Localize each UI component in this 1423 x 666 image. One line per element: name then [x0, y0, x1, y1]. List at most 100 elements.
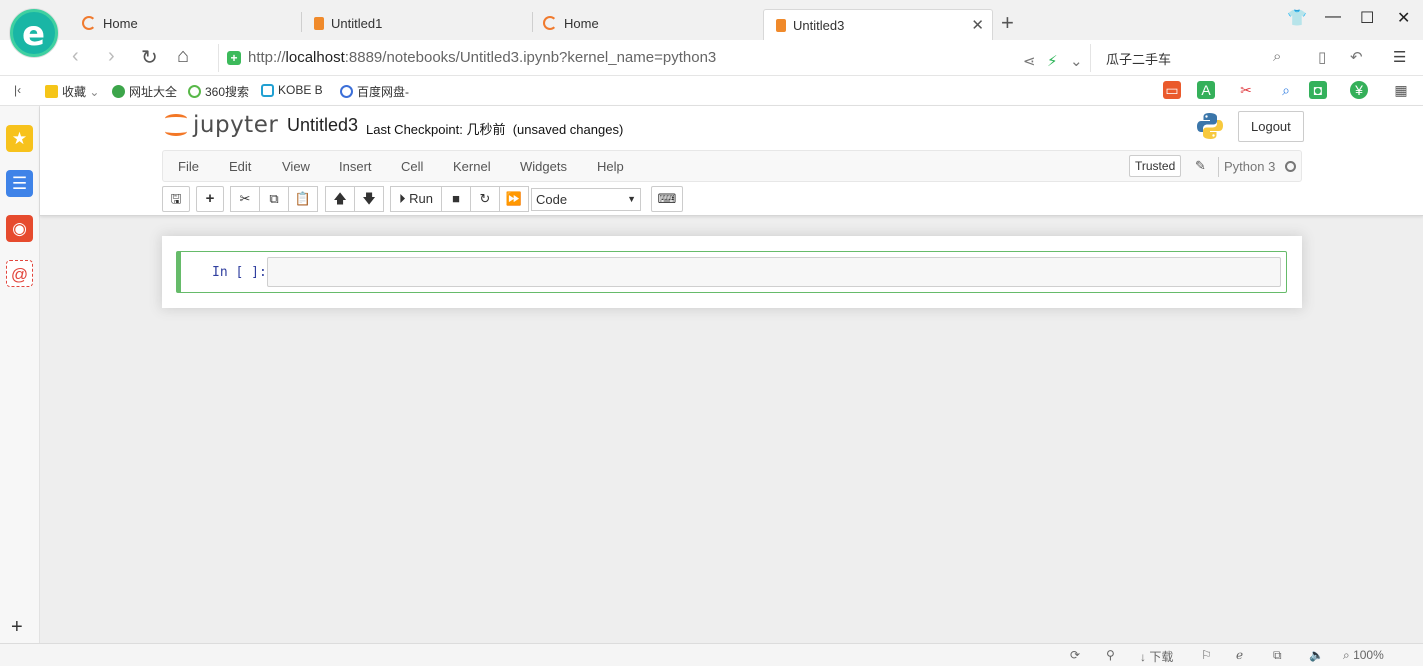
search-input[interactable]: 瓜子二手车	[1106, 49, 1171, 68]
translate-icon[interactable]: A	[1197, 81, 1215, 99]
step-forward-icon: ⏵	[399, 191, 406, 206]
paste-icon: 📋	[294, 191, 312, 206]
insert-cell-button[interactable]: +	[196, 186, 224, 212]
restart-run-all-button[interactable]: ⏩	[499, 186, 529, 212]
bookmark-baidu[interactable]: 百度网盘-	[340, 83, 409, 100]
shield-icon[interactable]: ¥	[1350, 81, 1368, 99]
new-tab-button[interactable]: +	[1001, 10, 1014, 36]
arrow-down-icon: 🡇	[362, 191, 376, 206]
search-360-icon	[188, 85, 201, 98]
magnifier-icon[interactable]: ⌕	[1277, 81, 1295, 99]
menu-kernel[interactable]: Kernel	[453, 159, 491, 174]
maximize-icon[interactable]: ☐	[1360, 8, 1374, 28]
menu-file[interactable]: File	[178, 159, 199, 174]
url-text[interactable]: http://localhost:8889/notebooks/Untitled…	[248, 49, 716, 66]
favorites-star-icon[interactable]: ★	[6, 125, 33, 152]
notebook-name[interactable]: Untitled3	[287, 115, 358, 136]
bookmark-favorites[interactable]: 收藏 ⌄	[45, 83, 99, 100]
menu-widgets[interactable]: Widgets	[520, 159, 567, 174]
tv-icon[interactable]: ▭	[1163, 81, 1181, 99]
url-field[interactable]: + http://localhost:8889/notebooks/Untitl…	[218, 44, 1091, 72]
floppy-icon: 🖫	[170, 191, 182, 206]
move-up-button[interactable]: 🡅	[325, 186, 355, 212]
ie-icon[interactable]: ℯ	[1236, 648, 1243, 662]
restart-kernel-button[interactable]: ↻	[470, 186, 500, 212]
run-button[interactable]: ⏵ Run	[390, 186, 442, 212]
apps-grid-icon[interactable]: ▦	[1392, 81, 1410, 99]
copy-icon: ⧉	[269, 191, 279, 206]
code-cell[interactable]: In [ ]:	[176, 251, 1287, 293]
scissors-icon[interactable]: ✂	[1237, 81, 1255, 99]
logout-button[interactable]: Logout	[1238, 111, 1304, 142]
star-icon	[45, 85, 58, 98]
minimize-icon[interactable]: —	[1325, 8, 1341, 26]
menu-icon[interactable]: ☰	[1393, 48, 1406, 66]
browser-engine-icon[interactable]: ⟳	[1070, 648, 1080, 662]
jupyter-logo[interactable]: jupyter	[165, 112, 278, 138]
kernel-name[interactable]: Python 3	[1224, 159, 1275, 174]
bookmark-wangzhi[interactable]: 网址大全	[112, 83, 177, 100]
trusted-badge[interactable]: Trusted	[1129, 155, 1182, 177]
browser-logo-icon[interactable]: e	[10, 9, 58, 57]
tab-home-2[interactable]: Home	[533, 8, 761, 38]
save-button[interactable]: 🖫	[162, 186, 190, 212]
plus-icon: +	[205, 190, 215, 207]
menu-cell[interactable]: Cell	[401, 159, 423, 174]
menu-help[interactable]: Help	[597, 159, 624, 174]
edit-mode-pencil-icon: ✎	[1195, 158, 1206, 173]
cut-cell-button[interactable]: ✂	[230, 186, 260, 212]
restart-icon: ↻	[479, 191, 491, 206]
lightning-icon[interactable]: ⚡	[1047, 52, 1058, 70]
status-bar: ⟳ ⚲ ↓ 下载 ⚐ ℯ ⧉ 🔈 ⌕ 100%	[0, 643, 1423, 666]
menu-insert[interactable]: Insert	[339, 159, 372, 174]
window-icon[interactable]: ⧉	[1273, 648, 1282, 663]
menu-bar: File Edit View Insert Cell Kernel Widget…	[162, 150, 1302, 182]
gamepad-icon[interactable]: ◘	[1309, 81, 1327, 99]
search-icon[interactable]: ⌕	[1273, 48, 1281, 65]
download-button[interactable]: ↓ 下载	[1140, 648, 1173, 665]
command-palette-button[interactable]: ⌨	[651, 186, 683, 212]
tablet-icon[interactable]: ▯	[1318, 48, 1326, 66]
back-icon[interactable]: ‹	[72, 45, 79, 68]
share-icon[interactable]: ⋖	[1023, 52, 1036, 70]
move-down-button[interactable]: 🡇	[354, 186, 384, 212]
accelerate-icon[interactable]: ⚲	[1106, 648, 1115, 662]
cell-type-select[interactable]: Code ▼	[531, 188, 641, 211]
browser-tab-bar: e Home Untitled1 Home Untitled3 ✕ + 👕 — …	[0, 0, 1423, 57]
reading-list-icon[interactable]: ☰	[6, 170, 33, 197]
volume-icon[interactable]: 🔈	[1309, 648, 1324, 662]
tab-label: Untitled3	[793, 17, 845, 33]
tab-untitled1[interactable]: Untitled1	[302, 8, 530, 38]
fast-forward-icon: ⏩	[505, 191, 523, 206]
jupyter-logo-icon	[165, 112, 187, 138]
collapse-sidebar-icon[interactable]: |‹	[14, 83, 21, 97]
keyboard-icon: ⌨	[657, 191, 677, 206]
close-tab-icon[interactable]: ✕	[971, 16, 984, 34]
menu-edit[interactable]: Edit	[229, 159, 251, 174]
code-input-area[interactable]	[267, 257, 1281, 287]
forward-icon[interactable]: ›	[108, 45, 115, 68]
menu-view[interactable]: View	[282, 159, 310, 174]
flag-icon[interactable]: ⚐	[1201, 648, 1212, 662]
weibo-icon[interactable]: ◉	[6, 215, 33, 242]
tab-label: Home	[103, 15, 138, 31]
copy-cell-button[interactable]: ⧉	[259, 186, 289, 212]
chevron-down-icon[interactable]: ⌄	[1070, 52, 1083, 70]
jupyter-tab-icon	[82, 16, 96, 30]
add-sidebar-icon[interactable]: +	[11, 616, 23, 639]
bookmark-kobe[interactable]: KOBE B	[261, 83, 323, 97]
home-icon[interactable]: ⌂	[177, 45, 189, 68]
undo-icon[interactable]: ↶	[1350, 48, 1363, 66]
paste-cell-button[interactable]: 📋	[288, 186, 318, 212]
bookmarks-bar: |‹ 收藏 ⌄ 网址大全 360搜索 KOBE B 百度网盘- ▭ A ✂ ⌕ …	[0, 76, 1423, 106]
tab-home-1[interactable]: Home	[72, 8, 300, 38]
mail-icon[interactable]: @	[6, 260, 33, 287]
tab-untitled3[interactable]: Untitled3 ✕	[763, 9, 993, 40]
close-window-icon[interactable]: ✕	[1397, 8, 1410, 28]
jupyter-header: jupyter Untitled3 Last Checkpoint: 几秒前 (…	[40, 106, 1423, 216]
skin-icon[interactable]: 👕	[1287, 8, 1307, 28]
zoom-control[interactable]: ⌕ 100%	[1343, 648, 1384, 663]
reload-icon[interactable]: ↻	[141, 45, 158, 70]
interrupt-kernel-button[interactable]: ■	[441, 186, 471, 212]
bookmark-360[interactable]: 360搜索	[188, 83, 249, 100]
